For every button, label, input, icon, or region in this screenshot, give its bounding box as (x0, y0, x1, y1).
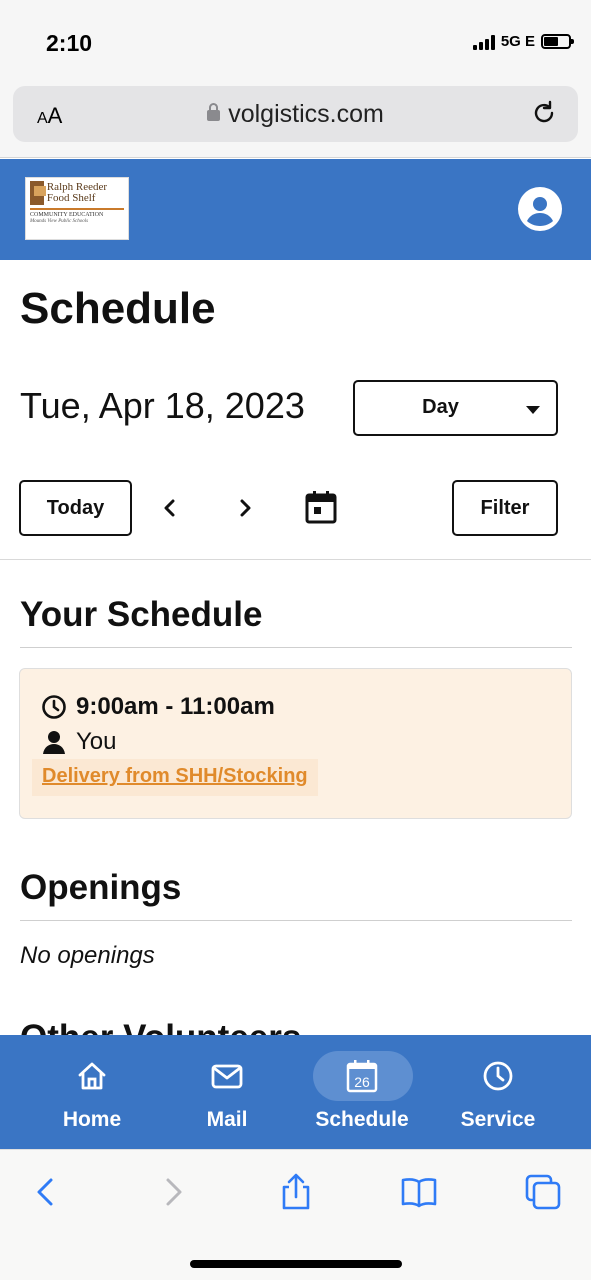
bottom-navigation: Home Mail 26 Schedule Service (0, 1035, 591, 1149)
today-button[interactable]: Today (19, 480, 132, 536)
clock-icon (483, 1061, 513, 1091)
nav-home-label: Home (62, 1108, 122, 1131)
nav-schedule-label: Schedule (315, 1108, 409, 1131)
status-time: 2:10 (46, 30, 93, 56)
bookmarks-icon[interactable] (399, 1172, 439, 1212)
nav-service[interactable]: Service (433, 1035, 563, 1149)
calendar-picker-icon[interactable] (305, 490, 337, 524)
previous-day-icon[interactable] (156, 494, 184, 522)
url-display[interactable]: volgistics.com (13, 100, 578, 129)
logo-mark-icon (30, 181, 46, 205)
your-schedule-heading: Your Schedule (20, 595, 263, 634)
logo-name: Ralph Reeder Food Shelf (46, 181, 108, 204)
status-indicators: 5G E (472, 33, 574, 50)
organization-logo[interactable]: Ralph Reeder Food Shelf COMMUNITY EDUCAT… (25, 177, 129, 240)
logo-subtitle: COMMUNITY EDUCATION (30, 212, 104, 218)
shift-time-row: 9:00am - 11:00am (41, 693, 275, 721)
divider (0, 559, 591, 560)
app-header: Ralph Reeder Food Shelf COMMUNITY EDUCAT… (0, 159, 591, 260)
status-bar: 2:10 5G E (0, 0, 591, 80)
browser-address-area: AA volgistics.com (0, 80, 591, 158)
home-indicator (190, 1260, 402, 1268)
nav-schedule[interactable]: 26 Schedule (297, 1035, 427, 1149)
lock-icon (207, 103, 221, 121)
assignee-name: You (76, 728, 117, 755)
section-divider (20, 920, 572, 921)
assignee-row: You (41, 728, 117, 756)
shift-time: 9:00am - 11:00am (76, 693, 275, 720)
chevron-down-icon (526, 406, 540, 414)
schedule-card: 9:00am - 11:00am You Delivery from SHH/S… (19, 668, 572, 819)
nav-home[interactable]: Home (27, 1035, 157, 1149)
url-text: volgistics.com (228, 100, 384, 128)
nav-mail[interactable]: Mail (162, 1035, 292, 1149)
nav-mail-label: Mail (206, 1108, 248, 1131)
forward-icon[interactable] (153, 1172, 193, 1212)
section-divider (20, 647, 572, 648)
filter-button[interactable]: Filter (452, 480, 558, 536)
battery-icon (541, 34, 574, 49)
view-select[interactable]: Day (353, 380, 558, 436)
back-icon[interactable] (26, 1172, 66, 1212)
reload-icon[interactable] (530, 99, 558, 127)
calendar-day-number: 26 (354, 1074, 370, 1090)
no-openings-text: No openings (20, 942, 155, 969)
logo-subtitle-2: Mounds View Public Schools (30, 219, 89, 224)
signal-icon (472, 34, 495, 50)
address-bar[interactable]: AA volgistics.com (13, 86, 578, 142)
browser-toolbar (0, 1149, 591, 1280)
share-icon[interactable] (276, 1172, 316, 1212)
tabs-icon[interactable] (523, 1172, 563, 1212)
account-icon[interactable] (518, 187, 562, 231)
calendar-icon: 26 (346, 1060, 378, 1093)
openings-heading: Openings (20, 868, 182, 907)
mail-icon (211, 1064, 243, 1089)
person-icon (43, 731, 65, 754)
network-type: 5G E (500, 33, 535, 50)
home-icon (78, 1062, 106, 1090)
clock-icon (42, 695, 66, 719)
next-day-icon[interactable] (231, 494, 259, 522)
assignment-link[interactable]: Delivery from SHH/Stocking (32, 759, 318, 796)
current-date: Tue, Apr 18, 2023 (20, 385, 305, 426)
other-volunteers-heading: Other Volunteers (20, 1016, 301, 1036)
nav-service-label: Service (460, 1108, 536, 1131)
page-title: Schedule (20, 284, 216, 333)
